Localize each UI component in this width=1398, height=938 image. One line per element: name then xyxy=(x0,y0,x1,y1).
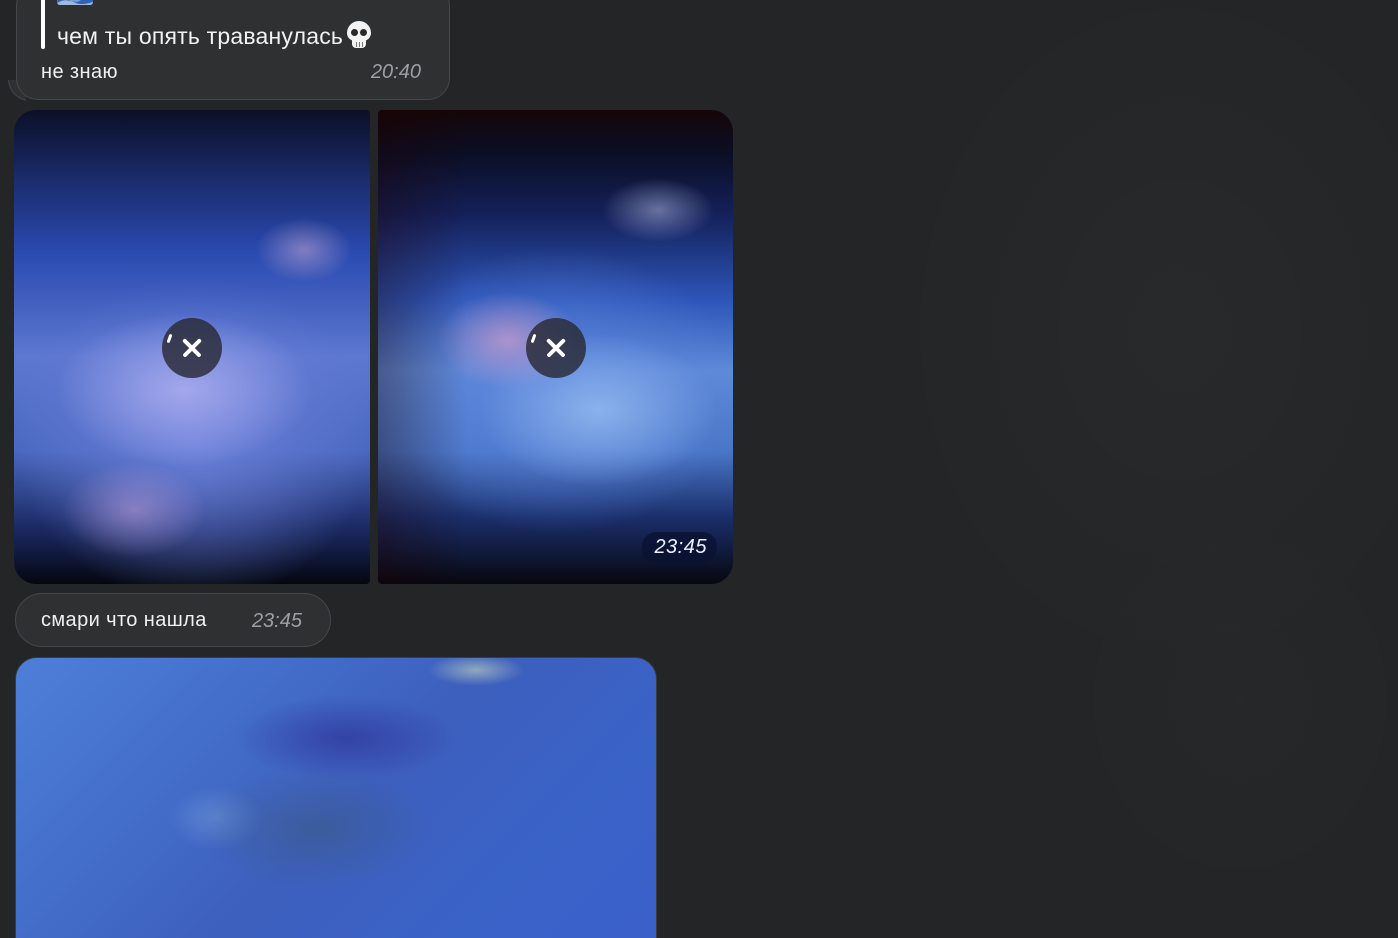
wave-icon xyxy=(57,0,93,5)
message-time: 23:45 xyxy=(251,610,302,632)
message-text: не знаю xyxy=(41,61,118,83)
cancel-download-icon[interactable] xyxy=(162,318,222,378)
album-time: 23:45 xyxy=(642,532,717,563)
quoted-text: чем ты опять траванулась xyxy=(57,23,344,49)
message-time: 20:40 xyxy=(370,61,421,83)
reply-message-bubble[interactable]: чем ты опять траванулась не знаю 20:40 xyxy=(16,0,450,100)
quoted-message-text[interactable]: чем ты опять траванулась xyxy=(57,19,373,53)
album-photo[interactable]: 23:45 xyxy=(378,110,733,584)
chat-messages-area[interactable]: чем ты опять траванулась не знаю 20:40 2… xyxy=(0,0,1398,938)
skull-icon xyxy=(345,20,373,50)
cancel-download-icon[interactable] xyxy=(526,318,586,378)
message-text: смари что нашла xyxy=(41,609,207,631)
quote-bar xyxy=(41,0,45,49)
text-message-bubble[interactable]: смари что нашла 23:45 xyxy=(15,593,331,647)
album-photo[interactable] xyxy=(14,110,370,584)
photo-message[interactable] xyxy=(15,657,657,938)
